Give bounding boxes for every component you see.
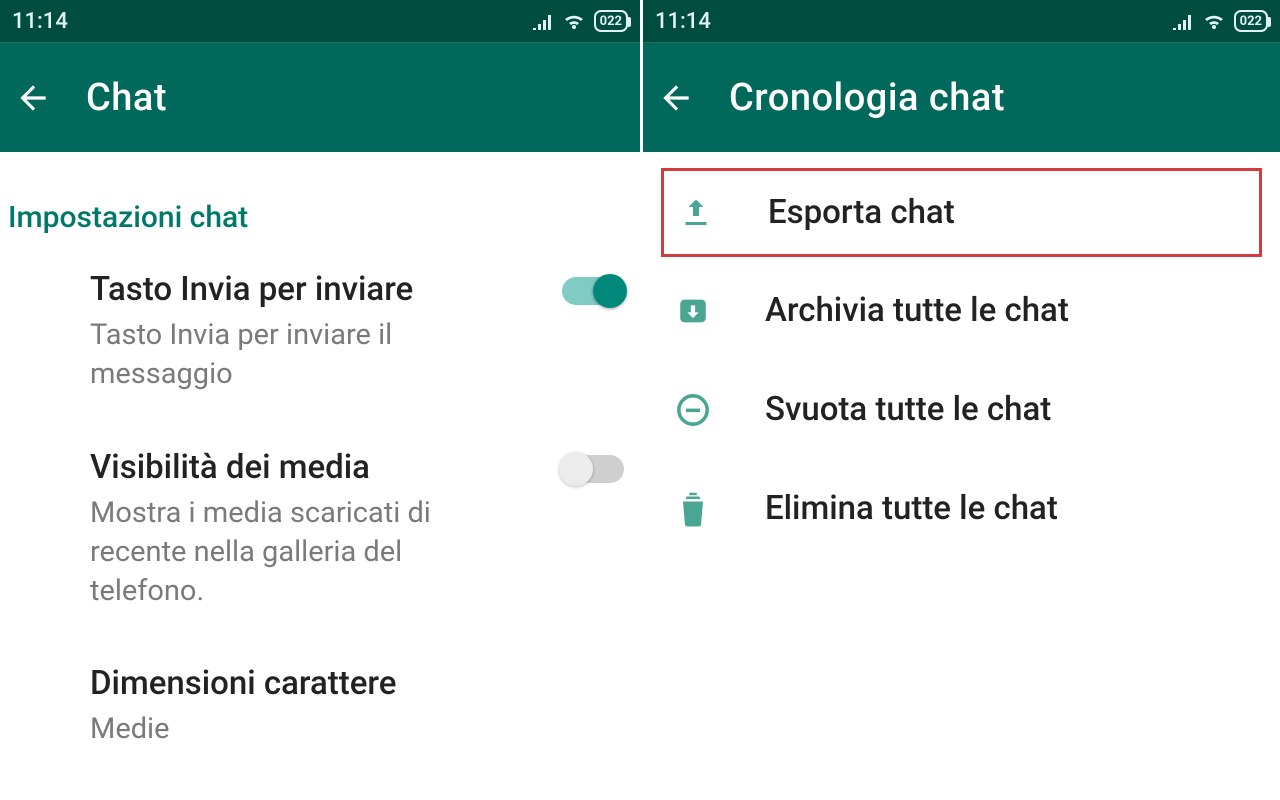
row-label: Esporta chat (768, 193, 955, 232)
trash-icon (669, 491, 717, 527)
status-time: 11:14 (12, 9, 68, 34)
row-title: Dimensioni carattere (90, 663, 624, 704)
row-subtitle: Tasto Invia per inviare il messaggio (90, 316, 520, 394)
archive-icon (669, 294, 717, 328)
row-archive-all[interactable]: Archivia tutte le chat (643, 261, 1280, 360)
row-clear-all[interactable]: Svuota tutte le chat (643, 360, 1280, 459)
appbar-title: Cronologia chat (729, 76, 1005, 120)
status-bar: 11:14 022 (0, 0, 640, 42)
row-media-visibility[interactable]: Visibilità dei media Mostra i media scar… (0, 421, 640, 638)
app-bar: Chat (0, 42, 640, 152)
app-bar: Cronologia chat (643, 42, 1280, 152)
toggle-media-visibility[interactable] (562, 455, 624, 483)
row-title: Visibilità dei media (90, 447, 540, 488)
row-delete-all[interactable]: Elimina tutte le chat (643, 459, 1280, 558)
back-button[interactable] (14, 79, 52, 117)
row-font-size[interactable]: Dimensioni carattere Medie (0, 637, 640, 775)
clear-icon (669, 393, 717, 427)
row-subtitle: Mostra i media scaricati di recente nell… (90, 494, 520, 611)
row-enter-to-send[interactable]: Tasto Invia per inviare Tasto Invia per … (0, 243, 640, 421)
battery-icon: 022 (1234, 10, 1268, 32)
row-title: Tasto Invia per inviare (90, 269, 540, 310)
wifi-icon (1202, 12, 1226, 30)
section-label: Impostazioni chat (0, 152, 640, 243)
row-label: Svuota tutte le chat (765, 390, 1051, 429)
row-label: Archivia tutte le chat (765, 291, 1069, 330)
row-subtitle: Medie (90, 710, 520, 749)
toggle-enter-send[interactable] (562, 277, 624, 305)
upload-icon (672, 195, 720, 231)
row-export-chat[interactable]: Esporta chat (661, 168, 1262, 257)
screen-chat-settings: 11:14 022 Chat Impostazioni chat Tas (0, 0, 640, 800)
battery-icon: 022 (594, 10, 628, 32)
status-bar: 11:14 022 (643, 0, 1280, 42)
appbar-title: Chat (86, 76, 167, 120)
status-time: 11:14 (655, 9, 711, 34)
row-label: Elimina tutte le chat (765, 489, 1058, 528)
screen-chat-history: 11:14 022 Cronologia chat (640, 0, 1280, 800)
signal-icon (532, 12, 554, 30)
back-button[interactable] (657, 79, 695, 117)
signal-icon (1172, 12, 1194, 30)
wifi-icon (562, 12, 586, 30)
